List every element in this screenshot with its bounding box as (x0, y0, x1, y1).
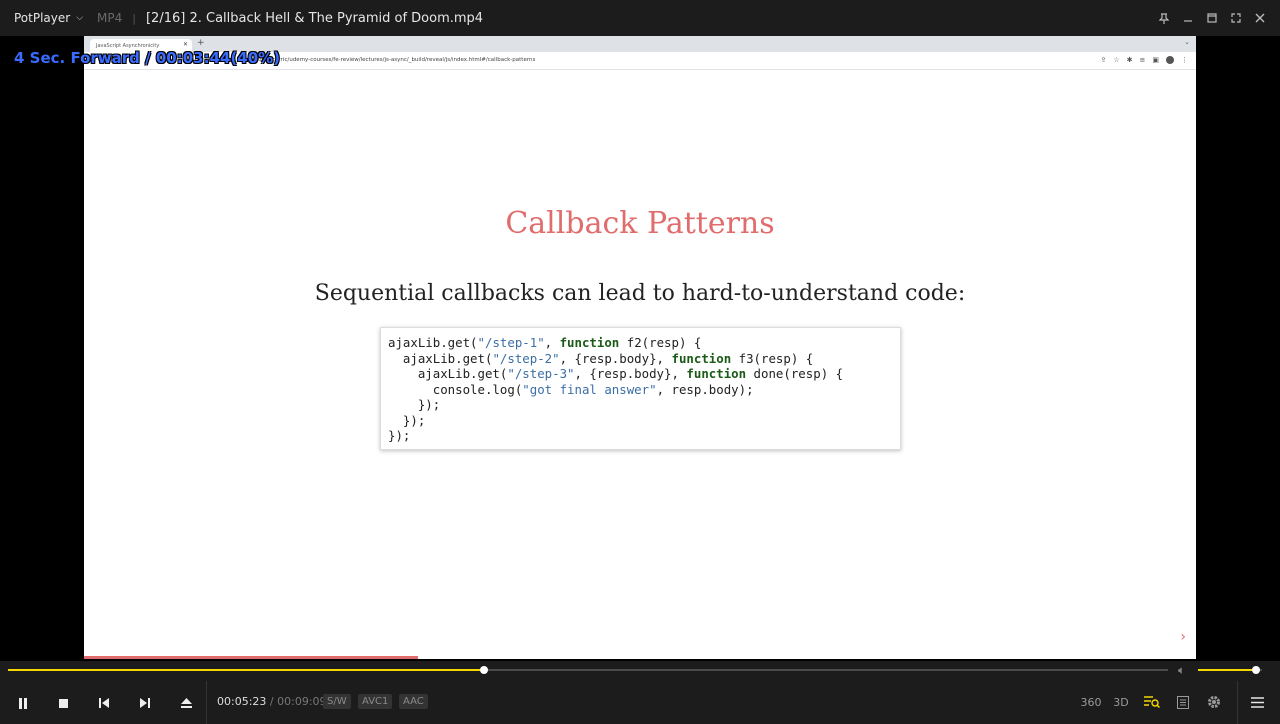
code-line: }); (388, 412, 426, 428)
minimize-icon[interactable] (1176, 6, 1200, 30)
eject-button[interactable] (166, 687, 206, 719)
time-display: 00:05:23 / 00:09:09 (217, 695, 327, 708)
next-button[interactable] (125, 687, 165, 719)
maximize-icon[interactable] (1200, 6, 1224, 30)
seek-bar-area: 🔈︎ (0, 661, 1280, 681)
time-separator: / (269, 695, 274, 708)
main-menu-icon[interactable] (1244, 689, 1270, 715)
volume-handle[interactable] (1251, 666, 1260, 674)
seek-bar[interactable] (8, 666, 1168, 674)
current-time: 00:05:23 (217, 695, 267, 708)
pin-icon[interactable] (1152, 6, 1176, 30)
code-block: ajaxLib.get("/step-1", function f2(resp)… (380, 327, 901, 450)
reading-list-icon: ≡ (1139, 56, 1146, 64)
file-title: [2/16] 2. Callback Hell & The Pyramid of… (145, 10, 484, 26)
code-line: ajaxLib.get("/step-1", function f2(resp)… (388, 335, 702, 350)
right-divider (1237, 681, 1238, 724)
title-separator: | (132, 11, 136, 25)
code-line: }); (388, 428, 411, 443)
sidebar-icon: ▣ (1152, 56, 1159, 64)
previous-button[interactable] (84, 687, 124, 719)
3d-button[interactable]: 3D (1108, 689, 1134, 715)
playlist-search-icon[interactable] (1139, 689, 1165, 715)
3d-label: 3D (1113, 695, 1129, 709)
control-divider (206, 681, 207, 724)
slide-progress-bar (84, 656, 418, 659)
pause-button[interactable] (3, 687, 43, 719)
slide-subtitle: Sequential callbacks can lead to hard-to… (314, 281, 966, 306)
playlist-icon[interactable] (1170, 689, 1196, 715)
volume-fill (1198, 669, 1256, 671)
share-icon: ⇪ (1100, 56, 1107, 64)
profile-avatar (1166, 56, 1174, 64)
video-area[interactable]: JavaScript Asynchronicity ✕ + ⌄ .course/… (0, 36, 1280, 661)
code-line: }); (388, 397, 441, 412)
udemy-watermark-logo (1148, 635, 1188, 653)
control-bar: 00:05:23 / 00:09:09 S/W AVC1 AAC 360 3D (0, 681, 1280, 724)
sw-badge[interactable]: S/W (323, 694, 351, 709)
browser-url: .course/curric/udemy-courses/fe-review/l… (250, 57, 536, 63)
vr-360-label: 360 (1080, 695, 1102, 709)
video-codec-badge[interactable]: AVC1 (358, 694, 393, 709)
stop-button[interactable] (43, 687, 83, 719)
app-menu-button[interactable]: PotPlayer ⌵ (0, 0, 91, 36)
format-label: MP4 (97, 11, 123, 25)
code-line: ajaxLib.get("/step-2", {resp.body}, func… (388, 350, 814, 366)
seek-bar-handle[interactable] (479, 666, 488, 674)
close-icon[interactable] (1248, 6, 1272, 30)
volume-icon[interactable]: 🔈︎ (1178, 663, 1185, 678)
tab-close-icon: ✕ (182, 41, 188, 48)
new-tab-icon: + (197, 38, 205, 48)
code-line: ajaxLib.get("/step-3", {resp.body}, func… (388, 366, 844, 381)
tab-list-chevron-icon: ⌄ (1184, 38, 1190, 46)
fullscreen-icon[interactable] (1224, 6, 1248, 30)
code-line: console.log("got final answer", resp.bod… (388, 381, 754, 397)
settings-gear-icon[interactable] (1201, 689, 1227, 715)
osd-message: 4 Sec. Forward / 00:03:44(40%) (14, 49, 281, 67)
volume-slider[interactable] (1198, 666, 1262, 674)
total-duration: 00:09:09 (277, 695, 327, 708)
video-frame: JavaScript Asynchronicity ✕ + ⌄ .course/… (84, 36, 1196, 659)
seek-bar-fill (8, 669, 484, 671)
star-icon: ☆ (1113, 56, 1120, 64)
extension-icon: ✱ (1126, 56, 1133, 64)
audio-codec-badge[interactable]: AAC (399, 694, 428, 709)
more-menu-icon: ⋮ (1181, 56, 1188, 64)
slide-title: Callback Patterns (505, 206, 775, 241)
browser-tab-title: JavaScript Asynchronicity (96, 42, 160, 49)
app-name: PotPlayer (14, 11, 71, 25)
chevron-down-icon: ⌵ (76, 13, 84, 23)
vr-360-button[interactable]: 360 (1078, 689, 1104, 715)
title-bar: PotPlayer ⌵ MP4 | [2/16] 2. Callback Hel… (0, 0, 1280, 36)
